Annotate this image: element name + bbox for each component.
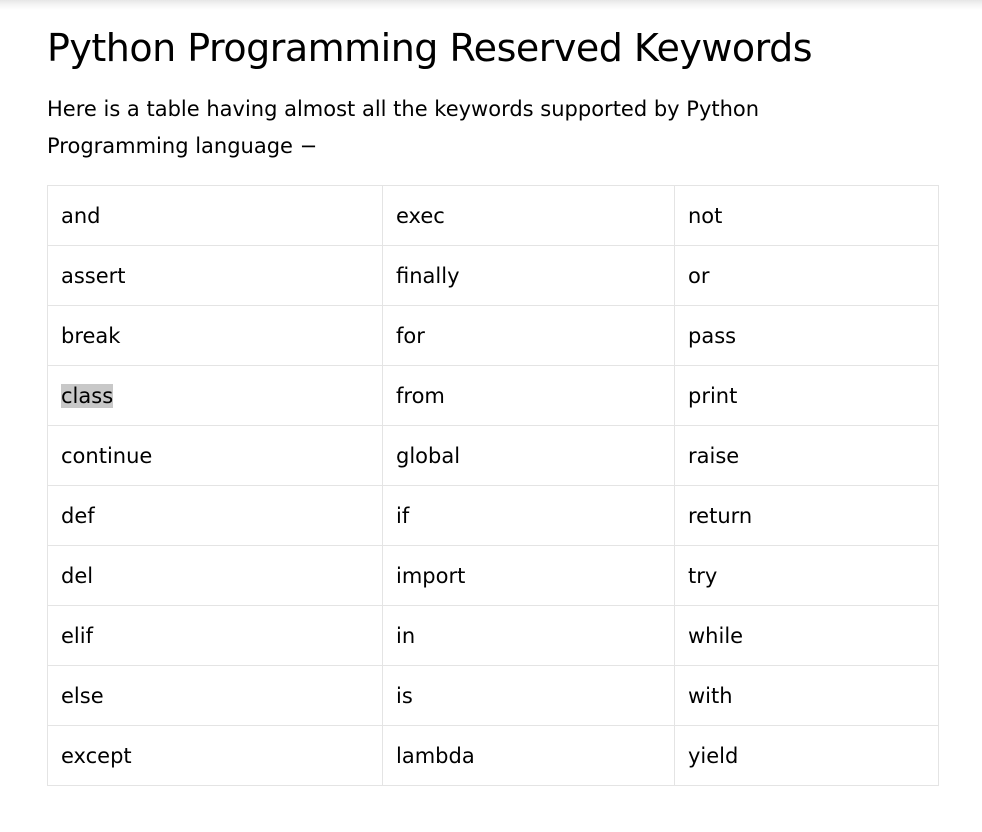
keyword: exec xyxy=(396,203,445,228)
table-row: and exec not xyxy=(47,185,939,246)
table-cell: not xyxy=(674,185,939,246)
table-cell: while xyxy=(674,605,939,666)
keyword: raise xyxy=(688,443,740,468)
table-row: del import try xyxy=(47,545,939,606)
table-cell: def xyxy=(47,485,383,546)
keyword: yield xyxy=(688,743,739,768)
keyword: while xyxy=(688,623,744,648)
table-row: else is with xyxy=(47,665,939,726)
table-cell: in xyxy=(382,605,675,666)
table-row: assert finally or xyxy=(47,245,939,306)
keyword: is xyxy=(396,683,413,708)
table-cell: yield xyxy=(674,725,939,786)
keyword-selected: class xyxy=(61,383,114,408)
article-content: Python Programming Reserved Keywords Her… xyxy=(47,22,938,165)
table-cell: except xyxy=(47,725,383,786)
table-cell: import xyxy=(382,545,675,606)
keyword: not xyxy=(688,203,723,228)
keyword: in xyxy=(396,623,416,648)
table-cell: from xyxy=(382,365,675,426)
page-title: Python Programming Reserved Keywords xyxy=(47,26,813,70)
table-cell: if xyxy=(382,485,675,546)
table-row: continue global raise xyxy=(47,425,939,486)
table-row: except lambda yield xyxy=(47,725,939,786)
intro-paragraph: Here is a table having almost all the ke… xyxy=(47,97,760,158)
table-cell: del xyxy=(47,545,383,606)
keyword: lambda xyxy=(396,743,475,768)
keyword: del xyxy=(61,563,94,588)
table-cell: and xyxy=(47,185,383,246)
keyword: if xyxy=(396,503,410,528)
keyword: def xyxy=(61,503,95,528)
table-cell: return xyxy=(674,485,939,546)
keyword: and xyxy=(61,203,101,228)
table-cell: global xyxy=(382,425,675,486)
keyword: with xyxy=(688,683,733,708)
table-cell: assert xyxy=(47,245,383,306)
keyword: finally xyxy=(396,263,460,288)
keyword: from xyxy=(396,383,445,408)
table-cell: with xyxy=(674,665,939,726)
keyword: return xyxy=(688,503,753,528)
table-cell: elif xyxy=(47,605,383,666)
table-cell: else xyxy=(47,665,383,726)
table-row: elif in while xyxy=(47,605,939,666)
keyword: continue xyxy=(61,443,153,468)
keyword: or xyxy=(688,263,710,288)
table-cell: raise xyxy=(674,425,939,486)
top-shadow xyxy=(0,0,982,10)
table-cell: finally xyxy=(382,245,675,306)
keywords-table: and exec not assert finally or break for… xyxy=(47,185,939,786)
keyword: except xyxy=(61,743,132,768)
table-row: def if return xyxy=(47,485,939,546)
table-row: break for pass xyxy=(47,305,939,366)
keyword: import xyxy=(396,563,466,588)
keyword: else xyxy=(61,683,104,708)
table-cell: continue xyxy=(47,425,383,486)
table-cell: print xyxy=(674,365,939,426)
table-cell: is xyxy=(382,665,675,726)
table-cell: class xyxy=(47,365,383,426)
table-cell: try xyxy=(674,545,939,606)
table-cell: break xyxy=(47,305,383,366)
keyword: try xyxy=(688,563,718,588)
keyword: elif xyxy=(61,623,93,648)
keyword: break xyxy=(61,323,121,348)
table-cell: for xyxy=(382,305,675,366)
keyword: global xyxy=(396,443,461,468)
keyword: pass xyxy=(688,323,737,348)
keyword: print xyxy=(688,383,738,408)
keyword: assert xyxy=(61,263,126,288)
table-cell: pass xyxy=(674,305,939,366)
table-cell: exec xyxy=(382,185,675,246)
keyword: for xyxy=(396,323,425,348)
table-row: class from print xyxy=(47,365,939,426)
table-cell: lambda xyxy=(382,725,675,786)
table-cell: or xyxy=(674,245,939,306)
